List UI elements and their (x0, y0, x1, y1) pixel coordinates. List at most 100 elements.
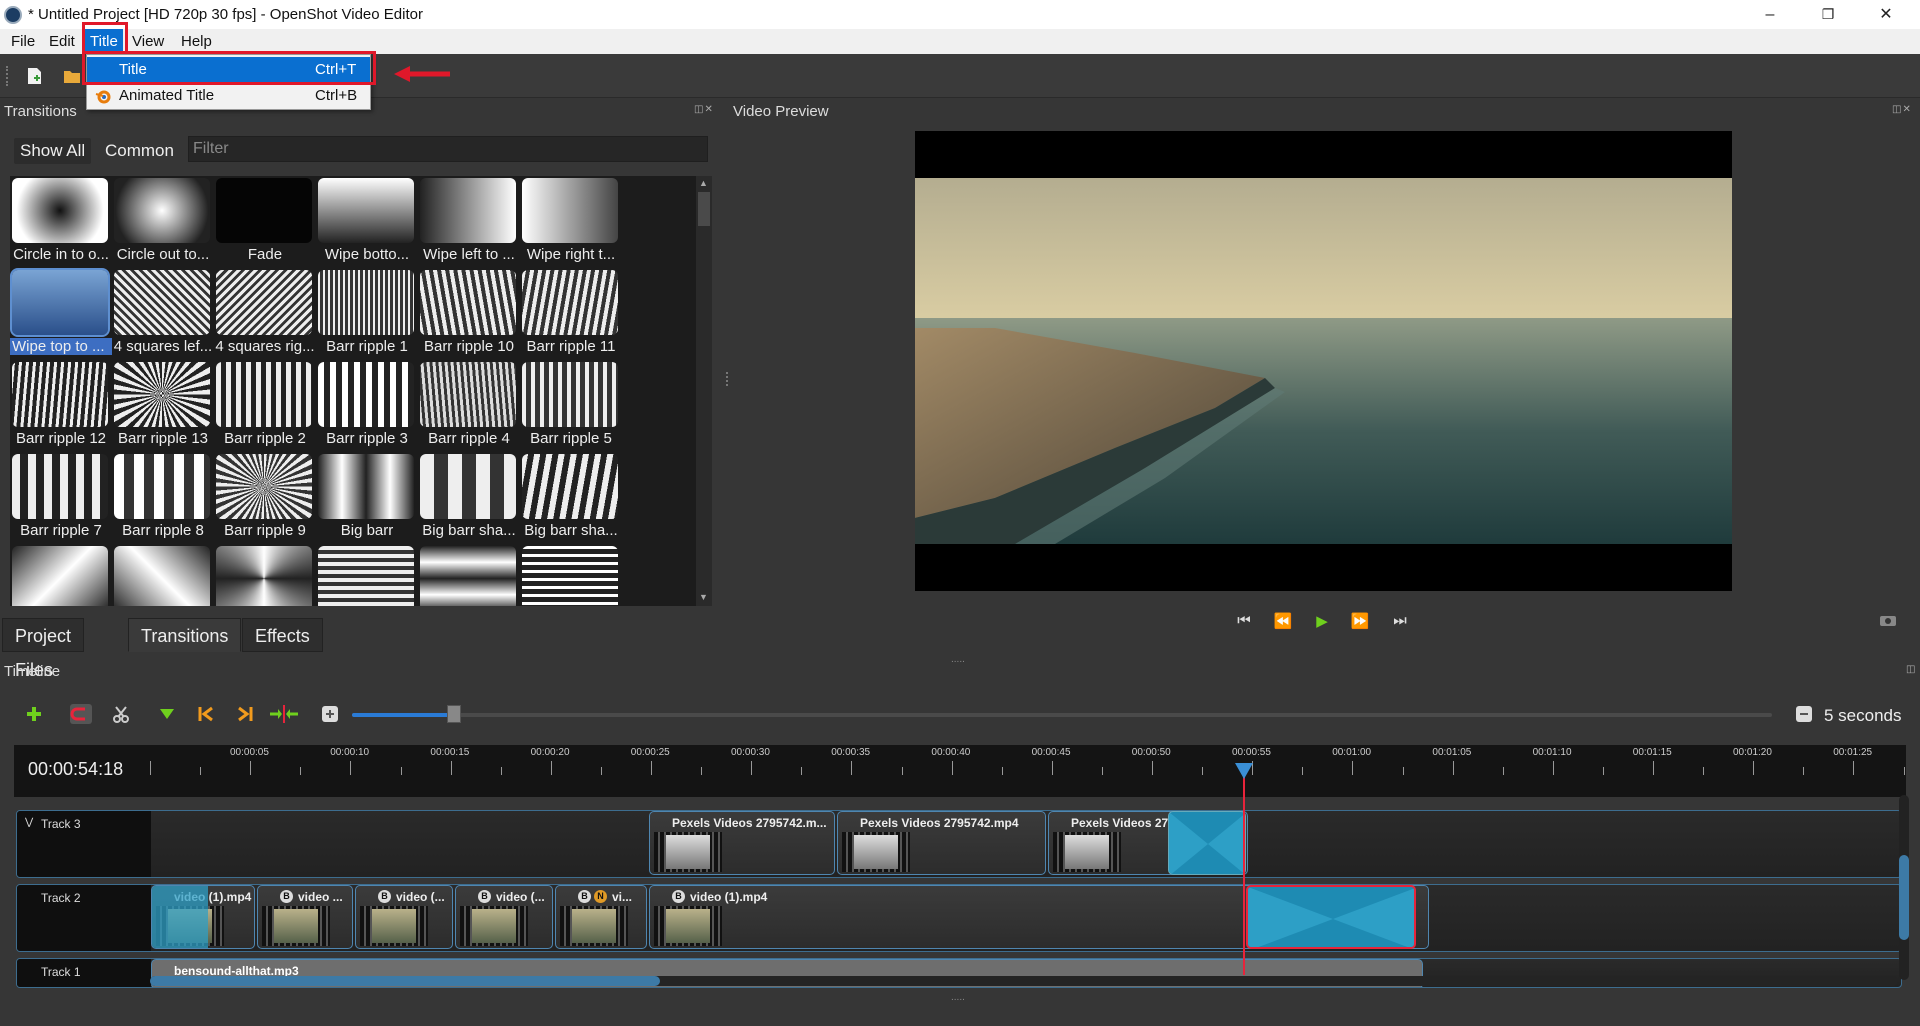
transition-item[interactable]: Barr ripple 7 (10, 452, 110, 544)
transition-item[interactable] (10, 544, 110, 606)
scrollbar-thumb[interactable] (1899, 855, 1909, 940)
clip[interactable]: Bvideo (... (455, 885, 553, 949)
open-project-icon[interactable] (62, 66, 82, 86)
transition-item[interactable]: Barr ripple 10 (418, 268, 518, 360)
transition-thumbnail (216, 546, 312, 606)
transition-item[interactable]: Barr ripple 4 (418, 360, 518, 452)
scroll-up-icon[interactable]: ▲ (699, 178, 708, 188)
transition-item[interactable] (418, 544, 518, 606)
playhead-line[interactable] (1243, 765, 1245, 975)
transition-label: Barr ripple 9 (224, 522, 306, 539)
tab-effects[interactable]: Effects (242, 618, 323, 652)
scrollbar-thumb[interactable] (698, 192, 710, 226)
menu-edit[interactable]: Edit (44, 29, 80, 54)
track-2[interactable]: Track 2 video (1).mp4 Bvideo ... Bvideo … (16, 884, 1902, 952)
clip[interactable]: Bvideo ... (257, 885, 353, 949)
transition-item[interactable]: Barr ripple 1 (316, 268, 416, 360)
center-playhead-icon[interactable] (268, 705, 300, 723)
transition-item[interactable]: 4 squares rig... (214, 268, 315, 360)
timeline-ruler[interactable]: 00:00:54:18 00:00:05 00:00:10 00:00:15 00:0… (14, 745, 1906, 797)
splitter-handle[interactable] (726, 372, 728, 386)
transition-item[interactable]: Barr ripple 11 (520, 268, 620, 360)
zoom-fit-icon[interactable] (321, 705, 339, 723)
toolbar-grip (6, 66, 10, 86)
zoom-slider-track[interactable] (352, 713, 1772, 717)
close-button[interactable]: ✕ (1858, 0, 1914, 29)
clip[interactable]: Bvideo (... (355, 885, 453, 949)
track-menu-icon[interactable]: ⋁ (25, 817, 33, 828)
timeline-vertical-scrollbar[interactable] (1899, 795, 1909, 980)
transition-item[interactable]: Big barr (316, 452, 416, 544)
timeline-dock-button[interactable]: ◫ (1906, 664, 1916, 675)
transition-item[interactable]: Barr ripple 5 (520, 360, 620, 452)
next-marker-icon[interactable] (236, 705, 254, 723)
clip[interactable]: video (1).mp4 (151, 885, 255, 949)
splitter-handle-bottom[interactable]: ..... (951, 992, 965, 1003)
transition-shape (1169, 812, 1245, 874)
transition-item[interactable] (316, 544, 416, 606)
transition-item[interactable]: Barr ripple 9 (214, 452, 314, 544)
transition-item[interactable] (112, 544, 212, 606)
transition-item[interactable]: Big barr sha... (418, 452, 518, 544)
transition-item[interactable]: Fade (214, 176, 314, 268)
video-preview (915, 131, 1732, 591)
add-marker-icon[interactable] (158, 705, 176, 723)
transition-thumbnail (318, 454, 414, 519)
timeline-horizontal-scrollbar[interactable] (150, 976, 1898, 986)
ruler-tick (1602, 767, 1604, 775)
transition-clip[interactable] (1168, 811, 1246, 875)
splitter-handle-horizontal[interactable]: ..... (951, 654, 965, 665)
jump-start-icon[interactable]: ⏮ (1233, 612, 1255, 629)
transition-item[interactable]: Barr ripple 12 (10, 360, 110, 452)
zoom-slider-handle[interactable] (447, 705, 461, 723)
transition-item[interactable]: Wipe left to ... (418, 176, 518, 268)
playhead-handle-icon[interactable] (1233, 760, 1255, 782)
ruler-tick-label: 00:00:05 (230, 747, 269, 758)
tab-project-files[interactable]: Project Files (2, 618, 85, 680)
minimize-button[interactable]: – (1742, 0, 1798, 29)
preview-dock-buttons[interactable]: ◫✕ (1892, 104, 1912, 115)
transition-item[interactable]: Barr ripple 3 (316, 360, 416, 452)
previous-marker-icon[interactable] (197, 705, 215, 723)
transition-label: Barr ripple 1 (326, 338, 408, 355)
fast-forward-icon[interactable]: ⏩ (1349, 612, 1371, 630)
common-button[interactable]: Common (99, 138, 180, 164)
transition-thumbnail (522, 270, 618, 335)
transition-item[interactable]: Circle out to... (112, 176, 212, 268)
transitions-filter-input[interactable]: Filter (188, 136, 708, 162)
transition-clip-selected[interactable] (1246, 885, 1416, 949)
transition-item[interactable]: Wipe top to ... (10, 268, 112, 360)
menu-item-animated-title[interactable]: Animated Title Ctrl+B (87, 83, 370, 109)
add-track-icon[interactable] (25, 705, 43, 723)
scrollbar-thumb[interactable] (150, 976, 660, 986)
transition-item[interactable]: Wipe botto... (316, 176, 416, 268)
menu-file[interactable]: File (6, 29, 40, 54)
transition-item[interactable]: Wipe right t... (520, 176, 620, 268)
jump-end-icon[interactable]: ⏭ (1389, 612, 1411, 629)
maximize-button[interactable]: ❐ (1800, 0, 1856, 29)
transition-item[interactable]: Barr ripple 2 (214, 360, 314, 452)
camera-icon[interactable] (1879, 613, 1897, 627)
razor-icon[interactable] (112, 705, 130, 723)
transition-item[interactable]: 4 squares lef... (112, 268, 212, 360)
clip[interactable]: Pexels Videos 2795742.mp4 (837, 811, 1046, 875)
new-project-icon[interactable] (24, 66, 44, 86)
clip[interactable]: Pexels Videos 2795742.m... (649, 811, 835, 875)
track-3[interactable]: Track 3 ⋁ Pexels Videos 2795742.m... Pexe… (16, 810, 1902, 878)
clip[interactable]: B Nvi... (555, 885, 647, 949)
snapping-icon[interactable] (70, 704, 92, 724)
transitions-scrollbar[interactable]: ▲ ▼ (696, 176, 712, 606)
transition-item[interactable] (520, 544, 620, 606)
scroll-down-icon[interactable]: ▼ (699, 592, 708, 602)
transition-item[interactable]: Big barr sha... (520, 452, 620, 544)
ruler-tick (250, 761, 252, 775)
transition-item[interactable]: Circle in to o... (10, 176, 110, 268)
play-icon[interactable]: ▶ (1311, 612, 1333, 630)
transition-item[interactable]: Barr ripple 13 (112, 360, 212, 452)
transition-item[interactable] (214, 544, 314, 606)
transitions-dock-buttons[interactable]: ◫✕ (694, 104, 714, 115)
rewind-icon[interactable]: ⏪ (1272, 612, 1294, 630)
show-all-button[interactable]: Show All (14, 138, 92, 164)
transition-item[interactable]: Barr ripple 8 (112, 452, 212, 544)
tab-transitions[interactable]: Transitions (128, 618, 242, 652)
